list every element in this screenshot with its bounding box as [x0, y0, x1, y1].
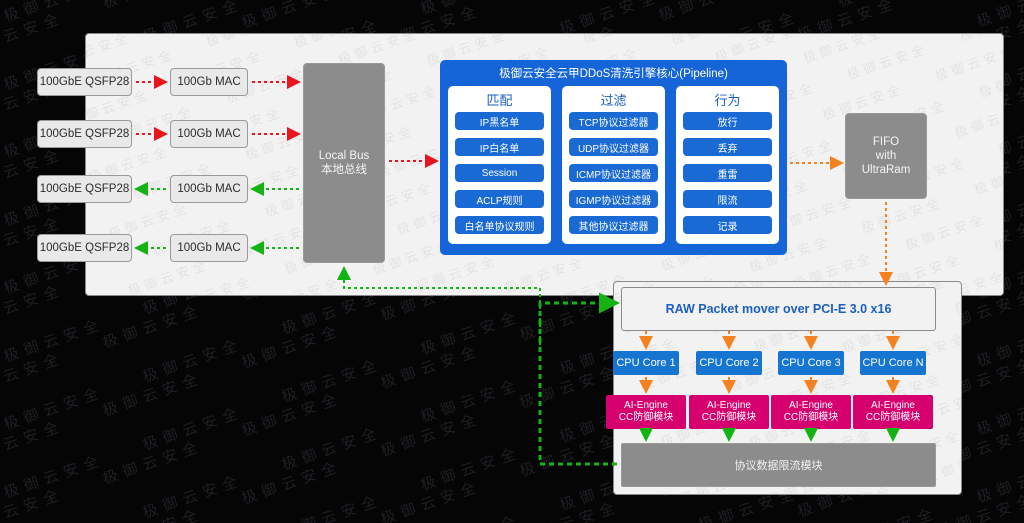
ai-engine-1-line1: AI-Engine	[624, 400, 668, 411]
fifo-block[interactable]: FIFO with UltraRam	[845, 113, 927, 199]
pipeline-item-match-2[interactable]: IP白名单	[455, 138, 544, 156]
mac-box-2[interactable]: 100Gb MAC	[170, 120, 248, 148]
pipeline-column-filter-title: 过滤	[600, 93, 627, 108]
pipeline-title: 极御云安全云甲DDoS清洗引擎核心(Pipeline)	[499, 68, 728, 80]
port-box-3[interactable]: 100GbE QSFP28	[37, 175, 132, 203]
cpu-core-3[interactable]: CPU Core 3	[778, 351, 844, 375]
ai-engine-2[interactable]: AI-Engine CC防御模块	[689, 395, 769, 429]
ai-engine-1[interactable]: AI-Engine CC防御模块	[606, 395, 686, 429]
ai-engine-2-line2: CC防御模块	[701, 412, 757, 423]
pipeline-item-filter-3[interactable]: ICMP协议过滤器	[569, 164, 658, 182]
ai-engine-1-line2: CC防御模块	[618, 412, 674, 423]
local-bus-label-zh: 本地总线	[321, 164, 367, 176]
ai-engine-3[interactable]: AI-Engine CC防御模块	[771, 395, 851, 429]
local-bus-block[interactable]: Local Bus 本地总线	[303, 63, 385, 263]
fifo-label-1: FIFO	[872, 136, 900, 148]
pipeline-item-action-1[interactable]: 放行	[683, 112, 772, 130]
fifo-label-2: with	[875, 150, 897, 162]
pipeline-column-filter: 过滤 TCP协议过滤器 UDP协议过滤器 ICMP协议过滤器 IGMP协议过滤器…	[562, 86, 665, 244]
ai-engine-2-line1: AI-Engine	[707, 400, 751, 411]
cpu-core-n[interactable]: CPU Core N	[860, 351, 926, 375]
cpu-core-1[interactable]: CPU Core 1	[613, 351, 679, 375]
pipeline-item-filter-5[interactable]: 其他协议过滤器	[569, 216, 658, 234]
flow-limit-block[interactable]: 协议数据限流模块	[621, 443, 936, 487]
pipeline-item-action-5[interactable]: 记录	[683, 216, 772, 234]
pipeline-item-action-2[interactable]: 丢弃	[683, 138, 772, 156]
ai-engine-n-line2: CC防御模块	[865, 412, 921, 423]
raw-packet-mover-block[interactable]: RAW Packet mover over PCI-E 3.0 x16	[621, 287, 936, 331]
pipeline-column-action-title: 行为	[714, 93, 741, 108]
ai-engine-3-line1: AI-Engine	[789, 400, 833, 411]
pipeline-item-action-4[interactable]: 限流	[683, 190, 772, 208]
pipeline-column-action: 行为 放行 丢弃 重雷 限流 记录	[676, 86, 779, 244]
pipeline-item-action-3[interactable]: 重雷	[683, 164, 772, 182]
ai-engine-n-line1: AI-Engine	[871, 400, 915, 411]
ddos-pipeline-block: 极御云安全云甲DDoS清洗引擎核心(Pipeline) 匹配 IP黑名单 IP白…	[440, 60, 787, 255]
pipeline-item-match-3[interactable]: Session	[455, 164, 544, 182]
pipeline-item-filter-4[interactable]: IGMP协议过滤器	[569, 190, 658, 208]
cpu-core-2[interactable]: CPU Core 2	[696, 351, 762, 375]
pipeline-item-match-4[interactable]: ACLP规则	[455, 190, 544, 208]
mac-box-3[interactable]: 100Gb MAC	[170, 175, 248, 203]
mac-box-1[interactable]: 100Gb MAC	[170, 68, 248, 96]
pipeline-item-match-5[interactable]: 白名单协议规则	[455, 216, 544, 234]
port-box-1[interactable]: 100GbE QSFP28	[37, 68, 132, 96]
pipeline-item-filter-2[interactable]: UDP协议过滤器	[569, 138, 658, 156]
pipeline-item-filter-1[interactable]: TCP协议过滤器	[569, 112, 658, 130]
pipeline-column-match: 匹配 IP黑名单 IP白名单 Session ACLP规则 白名单协议规则	[448, 86, 551, 244]
pipeline-column-match-title: 匹配	[486, 93, 513, 108]
pipeline-item-match-1[interactable]: IP黑名单	[455, 112, 544, 130]
port-box-4[interactable]: 100GbE QSFP28	[37, 234, 132, 262]
local-bus-label-en: Local Bus	[318, 150, 370, 162]
fifo-label-3: UltraRam	[861, 164, 911, 176]
ai-engine-3-line2: CC防御模块	[783, 412, 839, 423]
mac-box-4[interactable]: 100Gb MAC	[170, 234, 248, 262]
ai-engine-n[interactable]: AI-Engine CC防御模块	[853, 395, 933, 429]
port-box-2[interactable]: 100GbE QSFP28	[37, 120, 132, 148]
